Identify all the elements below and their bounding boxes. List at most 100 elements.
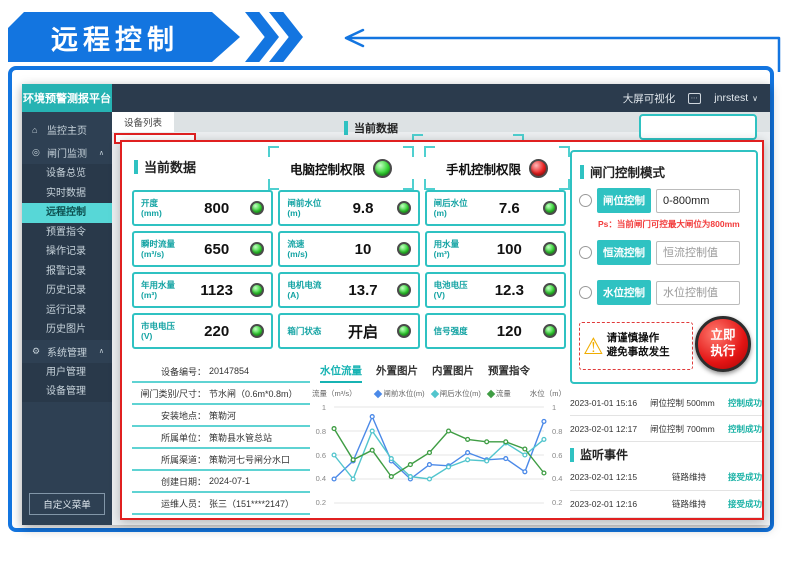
- metric-tile-mains-voltage: 市电电压(V)220: [132, 313, 273, 349]
- legend-marker: [374, 389, 382, 397]
- status-led: [397, 242, 411, 256]
- tab-water-level-flow[interactable]: 水位流量: [320, 363, 362, 383]
- sidebar-item-label: 监控主页: [47, 122, 87, 137]
- sidebar-item-run-log[interactable]: 运行记录: [22, 301, 112, 321]
- sidebar-item-preset-commands[interactable]: 预置指令: [22, 223, 112, 243]
- status-led: [397, 324, 411, 338]
- sidebar-item-device-management[interactable]: 设备管理: [22, 382, 112, 402]
- metric-tile-instant-flow: 瞬时流量(m³/s)650: [132, 231, 273, 267]
- legend-marker: [430, 389, 438, 397]
- device-info-row: 所属单位：策勒县水管总站: [132, 427, 310, 449]
- content-area: 设备列表 当前数据 电脑控制权限 手机控制权限: [112, 112, 770, 525]
- water-level-flow-chart: 流量（m³/s） 闸前水位(m) 闸后水位(m) 流量 水位（m） 10.80.…: [312, 388, 566, 516]
- page-title: 远程控制: [51, 18, 179, 57]
- status-led: [250, 283, 264, 297]
- device-info-row: 创建日期：2024-07-1: [132, 471, 310, 493]
- position-control-input[interactable]: [656, 189, 740, 213]
- username: jnrstest: [714, 92, 748, 104]
- level-control-button[interactable]: 水位控制: [597, 280, 651, 305]
- control-log-row: 2023-01-01 15:16 闸位控制 500mm 控制成功: [570, 390, 762, 416]
- pc-permission-label: 电脑控制权限: [290, 159, 365, 178]
- chevron-up-icon: ∧: [99, 347, 104, 355]
- device-info-row: 所属渠道：策勒河七号闸分水口: [132, 449, 310, 471]
- sidebar-item-operation-log[interactable]: 操作记录: [22, 242, 112, 262]
- mobile-permission-indicator: 手机控制权限: [424, 146, 570, 190]
- metric-tile-opening: 开度(mm)800: [132, 190, 273, 226]
- tab-internal-images[interactable]: 内置图片: [432, 363, 474, 383]
- metric-tile-motor-current: 电机电流(A)13.7: [278, 272, 419, 308]
- level-control-radio[interactable]: [579, 286, 592, 299]
- legend-item: 流量: [488, 388, 511, 399]
- metric-tile-battery-voltage: 电池电压(V)12.3: [425, 272, 566, 308]
- custom-menu-button[interactable]: 自定义菜单: [29, 493, 105, 515]
- status-led: [397, 283, 411, 297]
- device-info-row: 闸门类别/尺寸：节水闸（0.6m*0.8m）: [132, 383, 310, 405]
- sidebar: ⌂ 监控主页 ◎ 闸门监测 ∧ 设备总览 实时数据 远程控制 预置指令 操作记录…: [22, 112, 112, 525]
- metric-tile-signal: 信号强度120: [425, 313, 566, 349]
- sidebar-item-history-images[interactable]: 历史图片: [22, 320, 112, 340]
- sidebar-item-home[interactable]: ⌂ 监控主页: [22, 118, 112, 141]
- execute-now-button[interactable]: 立即执行: [695, 316, 751, 372]
- chevron-down-icon: ∨: [752, 94, 758, 103]
- gate-control-title: 闸门控制模式: [580, 162, 665, 181]
- legend-item: 闸后水位(m): [432, 388, 481, 399]
- visualization-link[interactable]: 大屏可视化: [623, 91, 676, 106]
- position-control-radio[interactable]: [579, 194, 592, 207]
- warning-icon: ⚠: [583, 335, 604, 358]
- device-info-row: 运维人员：张三（151****2147）: [132, 493, 310, 515]
- mobile-permission-led: [529, 159, 548, 178]
- listen-log-row: 2023-02-01 12:15 链路维持 接受成功: [570, 464, 762, 491]
- status-led: [250, 242, 264, 256]
- message-icon[interactable]: ⋯: [688, 93, 701, 104]
- tab-preset-commands[interactable]: 预置指令: [488, 363, 530, 383]
- platform-logo: 环境预警测报平台: [22, 84, 112, 112]
- status-led: [543, 242, 557, 256]
- top-navbar: 环境预警测报平台 大屏可视化 ⋯ jnrstest ∨: [22, 84, 770, 112]
- position-control-button[interactable]: 闸位控制: [597, 188, 651, 213]
- listen-log-row: 2023-02-01 12:16 链路维持 接受成功: [570, 491, 762, 518]
- chevron-up-icon: ∧: [99, 149, 104, 157]
- status-led: [397, 201, 411, 215]
- legend-marker: [487, 389, 495, 397]
- mode-row-position: 闸位控制: [579, 188, 740, 213]
- gate-icon: ◎: [32, 147, 42, 158]
- position-control-note: Ps：当前闸门可控最大闸位为800mm: [598, 218, 740, 230]
- sidebar-item-user-management[interactable]: 用户管理: [22, 363, 112, 383]
- sidebar-item-realtime-data[interactable]: 实时数据: [22, 184, 112, 204]
- sidebar-group-gate-monitoring[interactable]: ◎ 闸门监测 ∧: [22, 141, 112, 164]
- chart-plot: [328, 402, 550, 508]
- sidebar-item-history-log[interactable]: 历史记录: [22, 281, 112, 301]
- flow-control-input[interactable]: [656, 241, 740, 265]
- sidebar-item-remote-control[interactable]: 远程控制: [22, 203, 112, 223]
- tab-device-list[interactable]: 设备列表: [112, 112, 174, 132]
- metric-tile-upstream-level: 闸前水位(m)9.8: [278, 190, 419, 226]
- home-icon: ⌂: [32, 125, 42, 135]
- listen-events-title: 监听事件: [570, 446, 628, 463]
- chevron-decoration: [245, 12, 279, 62]
- tab-external-images[interactable]: 外置图片: [376, 363, 418, 383]
- section-bar: [134, 160, 138, 174]
- sidebar-item-device-overview[interactable]: 设备总览: [22, 164, 112, 184]
- pc-permission-led: [373, 159, 392, 178]
- mode-row-level: 水位控制: [579, 280, 740, 305]
- flow-control-radio[interactable]: [579, 246, 592, 259]
- chart-tabbar: 水位流量 外置图片 内置图片 预置指令: [320, 363, 530, 383]
- status-led: [543, 324, 557, 338]
- control-log-list: 2023-01-01 15:16 闸位控制 500mm 控制成功 2023-02…: [570, 390, 762, 442]
- sidebar-group-label: 系统管理: [47, 344, 87, 359]
- metric-tile-water-usage: 用水量(m³)100: [425, 231, 566, 267]
- level-control-input[interactable]: [656, 281, 740, 305]
- user-menu[interactable]: jnrstest ∨: [714, 92, 758, 104]
- y-axis-label-right: 水位（m）: [530, 388, 566, 399]
- background-current-data-title: 当前数据: [344, 120, 398, 136]
- dashboard: 环境预警测报平台 大屏可视化 ⋯ jnrstest ∨ ⌂ 监控主页 ◎ 闸门监…: [22, 84, 770, 525]
- device-info-list: 设备编号：20147854 闸门类别/尺寸：节水闸（0.6m*0.8m） 安装地…: [132, 361, 310, 515]
- sidebar-item-alarm-log[interactable]: 报警记录: [22, 262, 112, 282]
- status-led: [250, 201, 264, 215]
- status-led: [250, 324, 264, 338]
- sidebar-group-system[interactable]: ⚙ 系统管理 ∧: [22, 340, 112, 363]
- section-bar: [344, 121, 348, 135]
- flow-control-button[interactable]: 恒流控制: [597, 240, 651, 265]
- remote-control-overlay: 当前数据 电脑控制权限 手机控制权限: [120, 140, 764, 520]
- current-data-title: 当前数据: [134, 157, 196, 176]
